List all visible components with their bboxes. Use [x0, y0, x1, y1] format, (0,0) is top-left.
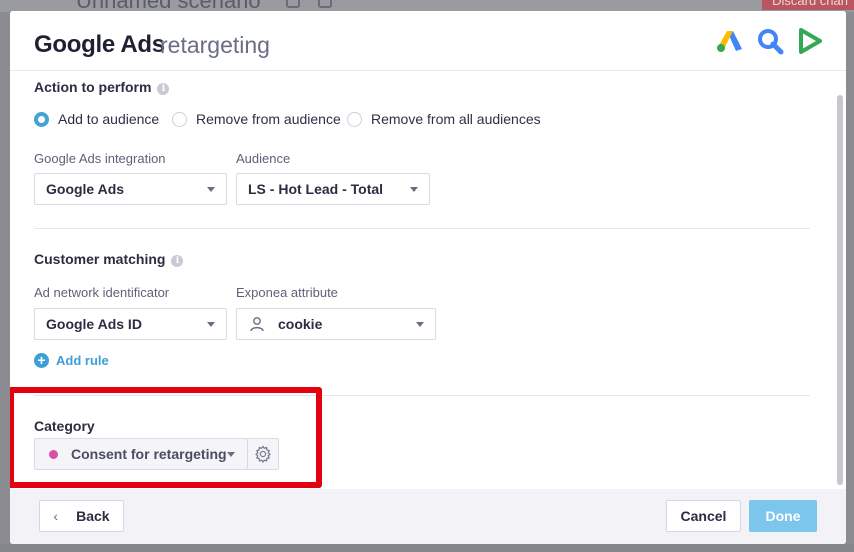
- radio-add-to-audience[interactable]: Add to audience: [34, 111, 159, 127]
- plus-icon: +: [34, 353, 49, 368]
- chevron-down-icon: [207, 187, 215, 192]
- category-select[interactable]: Consent for retargeting: [34, 438, 248, 470]
- background-bottom: [0, 544, 854, 552]
- customer-matching-label: Customer matching i: [34, 251, 184, 267]
- background-left: [0, 12, 10, 552]
- radio-remove-from-all-audiences[interactable]: Remove from all audiences: [347, 111, 541, 127]
- integration-select[interactable]: Google Ads: [34, 173, 227, 205]
- add-rule-button[interactable]: + Add rule: [34, 353, 109, 368]
- radio-remove-from-audience[interactable]: Remove from audience: [172, 111, 341, 127]
- modal-footer: ‹ Back Cancel Done: [10, 489, 846, 544]
- category-label: Category: [34, 418, 95, 434]
- chevron-down-icon: [410, 187, 418, 192]
- category-color-dot: [49, 449, 58, 459]
- info-icon: i: [157, 83, 170, 95]
- cancel-button[interactable]: Cancel: [666, 500, 741, 532]
- copy-icon: [318, 0, 332, 8]
- radio-unselected-icon: [172, 111, 187, 127]
- divider: [34, 395, 810, 396]
- modal-subtitle: retargeting: [160, 32, 270, 58]
- chevron-down-icon: [227, 452, 235, 457]
- modal-title: Google Ads: [34, 31, 165, 58]
- attribute-label: Exponea attribute: [236, 285, 338, 300]
- radio-selected-icon: [34, 111, 49, 127]
- divider: [34, 228, 810, 229]
- back-button[interactable]: ‹ Back: [39, 500, 124, 532]
- identificator-select[interactable]: Google Ads ID: [34, 308, 227, 340]
- category-settings-button[interactable]: [247, 438, 279, 470]
- google-ads-icon[interactable]: [716, 27, 744, 55]
- audience-label: Audience: [236, 151, 291, 166]
- action-section-label: Action to perform i: [34, 79, 170, 95]
- user-icon: [250, 317, 264, 332]
- search-ads-icon[interactable]: [756, 27, 784, 55]
- chevron-down-icon: [416, 322, 424, 327]
- done-button[interactable]: Done: [749, 500, 817, 532]
- modal-body: Action to perform i Add to audience Remov…: [10, 71, 846, 489]
- info-icon: i: [171, 255, 184, 267]
- edit-icon: [286, 0, 300, 8]
- integration-label: Google Ads integration: [34, 151, 166, 166]
- attribute-select[interactable]: cookie: [236, 308, 436, 340]
- background-right: [846, 12, 854, 552]
- google-play-icon[interactable]: [796, 27, 824, 55]
- audience-select[interactable]: LS - Hot Lead - Total: [236, 173, 430, 205]
- identificator-label: Ad network identificator: [34, 285, 170, 300]
- chevron-down-icon: [207, 322, 215, 327]
- discard-changes-button: Discard chan: [762, 0, 854, 10]
- radio-unselected-icon: [347, 111, 362, 127]
- chevron-left-icon: ‹: [53, 508, 59, 524]
- gear-icon: [255, 445, 271, 463]
- google-ads-modal: Google Ads retargeting Action to perform…: [10, 11, 846, 544]
- modal-header: Google Ads retargeting: [10, 11, 846, 71]
- header-icons: [716, 27, 824, 55]
- scrollbar[interactable]: [837, 95, 843, 485]
